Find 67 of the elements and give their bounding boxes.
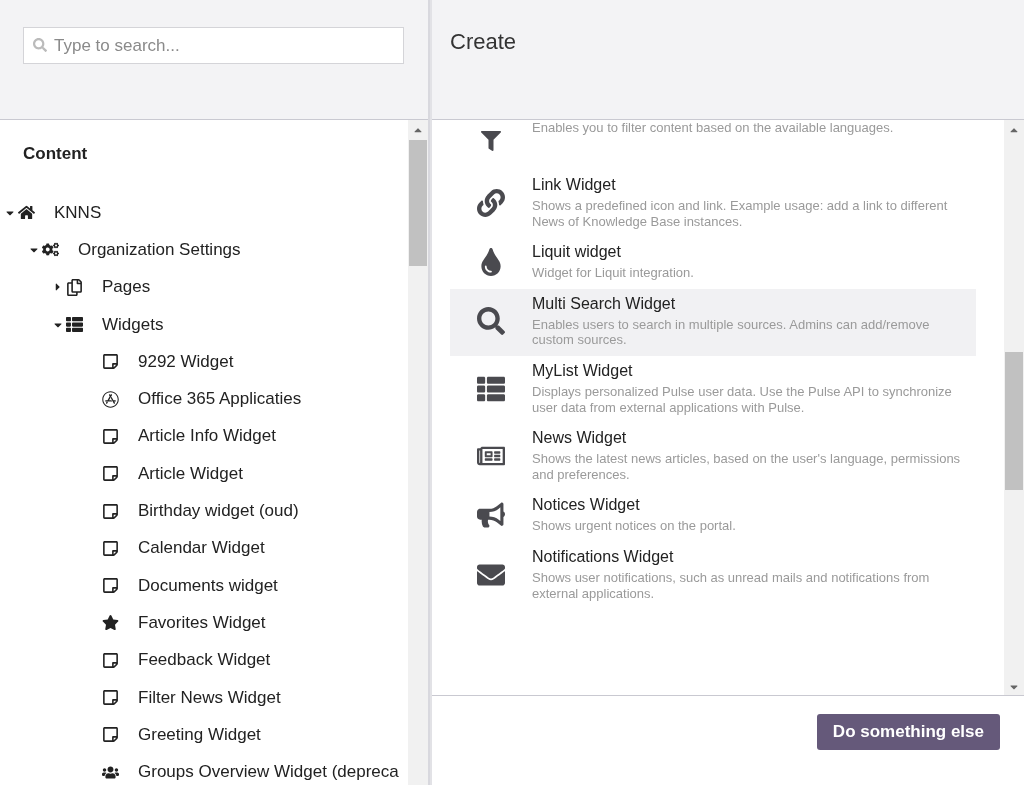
- widget-description: Shows a predefined icon and link. Example usage: add a link to different News of Knowledge Base instances.: [532, 198, 949, 230]
- widget-title: Multi Search Widget: [532, 294, 677, 313]
- widget-title: MyList Widget: [532, 361, 634, 380]
- note-icon: [102, 726, 119, 744]
- panel-title: Content: [23, 144, 89, 164]
- link-icon: [477, 188, 505, 217]
- tree-item[interactable]: 9292 Widget: [138, 351, 234, 372]
- widget-title: Liquit widget: [532, 243, 622, 262]
- widget-title: Notifications Widget: [532, 547, 675, 566]
- widget-option[interactable]: Multi Search Widget Enables users to search in multiple sources. Admins can add/remove custom sources.: [450, 288, 976, 356]
- star-icon: [102, 614, 119, 632]
- note-icon: [102, 539, 119, 557]
- tree-item[interactable]: Organization Settings: [78, 239, 241, 260]
- tree-item[interactable]: KNNS: [54, 202, 102, 223]
- search-field[interactable]: Type to search...: [23, 27, 404, 64]
- megaphone-icon: [477, 501, 505, 530]
- tree-item[interactable]: Birthday widget (oud): [138, 501, 299, 521]
- gears-icon: [42, 241, 59, 259]
- widget-option[interactable]: Notifications Widget Shows user notifications, such as unread mails and notifications from external applications.: [450, 541, 976, 610]
- widget-description: Enables users to search in multiple sources. Admins can add/remove custom sources.: [532, 316, 931, 348]
- home-icon: [18, 204, 35, 222]
- note-icon: [102, 689, 119, 706]
- note-icon: [102, 353, 119, 371]
- scrollbar[interactable]: [1004, 120, 1024, 695]
- tree-item[interactable]: Favorites Widget: [138, 612, 266, 633]
- pages-icon: [66, 278, 83, 296]
- note-icon: [102, 427, 119, 445]
- note-icon: [102, 651, 119, 669]
- tree-item[interactable]: Calendar Widget: [138, 538, 265, 559]
- widget-option[interactable]: News Widget Shows the latest news articles, based on the user's language, permissions and preferences.: [450, 423, 976, 491]
- note-icon: [102, 577, 119, 595]
- widget-option[interactable]: Liquit widget Widget for Liquit integration.: [450, 237, 976, 289]
- list-icon: [477, 374, 505, 403]
- widget-description: Widget for Liquit integration.: [532, 265, 695, 281]
- widget-title: Link Widget: [532, 176, 617, 194]
- tree-item[interactable]: Office 365 Applicaties: [138, 389, 302, 410]
- note-icon: [102, 502, 119, 520]
- widget-option[interactable]: Notices Widget Shows urgent notices on the portal.: [450, 490, 976, 542]
- tree-item[interactable]: Pages: [102, 277, 151, 298]
- tree-item[interactable]: Article Widget: [138, 463, 243, 484]
- widget-description: Displays personalized Pulse user data. Use the Pulse API to synchronize user data from external applications with Pulse.: [532, 383, 953, 416]
- widget-title: News Widget: [532, 429, 628, 448]
- scrollbar-thumb[interactable]: [1005, 352, 1023, 490]
- tree-item[interactable]: Filter News Widget: [138, 687, 281, 708]
- scrollbar[interactable]: [408, 120, 428, 785]
- widget-option[interactable]: Link Widget Shows a predefined icon and link. Example usage: add a link to different News of Knowledge Base instances.: [450, 170, 976, 238]
- list-icon: [66, 316, 83, 334]
- tree-item[interactable]: Groups Overview Widget (depreca: [138, 762, 399, 783]
- funnel-icon: [481, 131, 501, 151]
- search-icon: [33, 38, 47, 52]
- app-icon: [102, 390, 119, 408]
- tree-item[interactable]: Widgets: [102, 314, 164, 335]
- widget-option[interactable]: MyList Widget Displays personalized Pulse user data. Use the Pulse API to synchronize user data from external applications with Pulse.: [450, 355, 976, 424]
- tree-item[interactable]: Documents widget: [138, 575, 278, 596]
- tree-item[interactable]: Article Info Widget: [138, 426, 276, 447]
- widget-description: Enables you to filter content based on the available languages.: [532, 120, 895, 136]
- do-something-else-button[interactable]: Do something else: [816, 714, 1000, 750]
- panel-title: Create: [449, 28, 518, 55]
- scrollbar-thumb[interactable]: [409, 140, 427, 266]
- search-icon: [477, 307, 505, 336]
- note-icon: [102, 465, 119, 483]
- widget-description: Shows the latest news articles, based on the user's language, permissions and preferences.: [532, 451, 962, 483]
- widget-description: Shows user notifications, such as unread mails and notifications from external applications.: [532, 569, 931, 602]
- tree-item[interactable]: Feedback Widget: [138, 650, 271, 671]
- widget-description: Shows urgent notices on the portal.: [532, 518, 737, 534]
- tree-item[interactable]: Greeting Widget: [138, 724, 261, 745]
- widget-title: Notices Widget: [532, 496, 641, 515]
